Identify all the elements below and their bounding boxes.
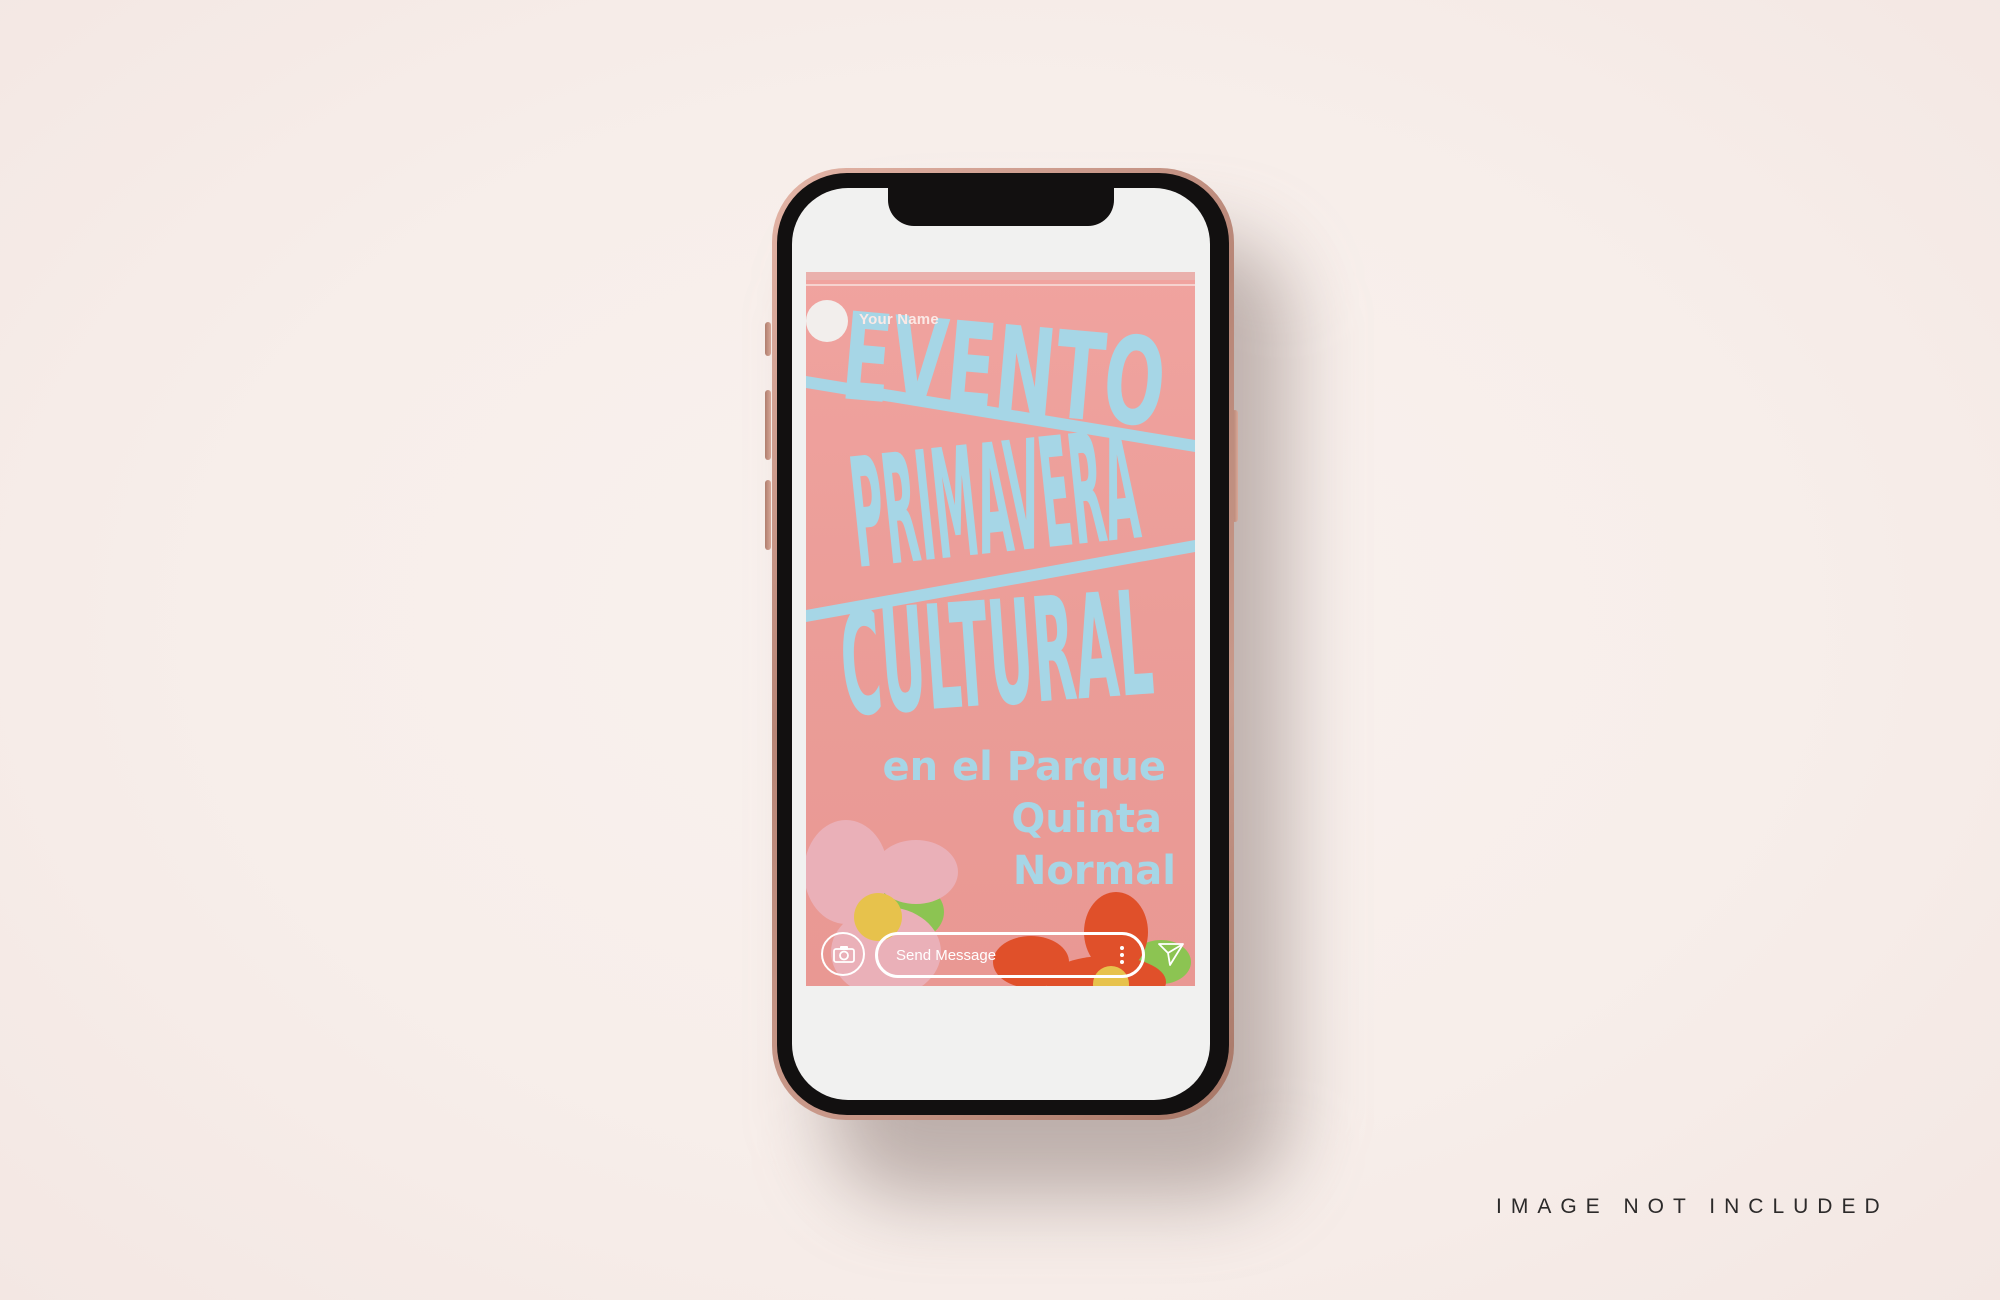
poster-line-5: Quinta [1011, 796, 1162, 842]
avatar[interactable] [806, 300, 848, 342]
poster-line-4: en el Parque [883, 744, 1167, 790]
send-icon [1158, 943, 1184, 966]
send-button[interactable] [1158, 942, 1184, 971]
send-message-input[interactable]: Send Message [875, 932, 1145, 978]
story-progress-divider [806, 284, 1195, 286]
story-progress-bar [806, 272, 1195, 280]
watermark-text: IMAGE NOT INCLUDED [1496, 1195, 1889, 1218]
story-image[interactable]: EVENTO PRIMAVERA CULTURAL en el Parque Q… [806, 272, 1195, 986]
poster-line-3: CULTURAL [835, 560, 1158, 749]
poster-line-6: Normal [1013, 848, 1176, 894]
camera-button[interactable] [821, 932, 865, 976]
story-user-name[interactable]: Your Name [859, 311, 939, 328]
send-message-placeholder: Send Message [896, 947, 997, 964]
phone-notch [888, 188, 1114, 226]
story-progress-fill [806, 272, 1195, 280]
more-vertical-icon[interactable] [1120, 946, 1124, 964]
story-poster-art: EVENTO PRIMAVERA CULTURAL en el Parque Q… [806, 288, 1195, 986]
volume-down-button [765, 480, 771, 550]
volume-up-button [765, 390, 771, 460]
camera-icon [833, 946, 855, 963]
silent-switch [765, 322, 771, 356]
